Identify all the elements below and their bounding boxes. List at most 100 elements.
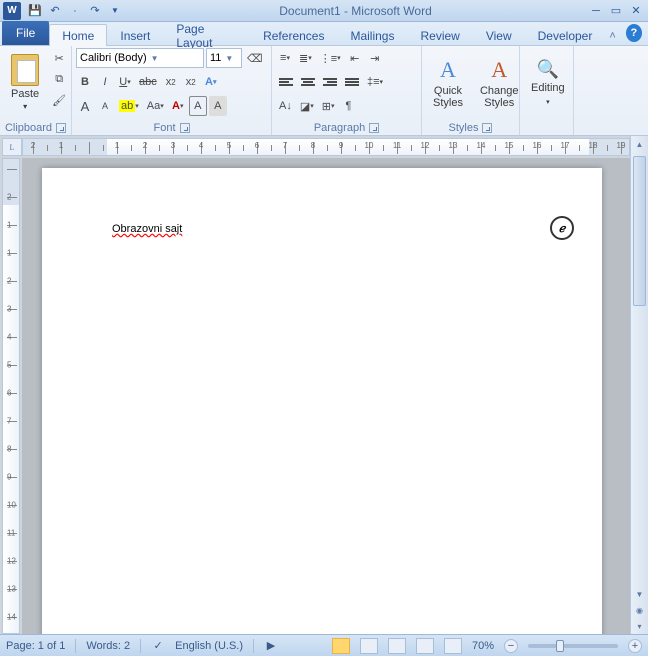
prev-page-icon[interactable]: ◉ bbox=[631, 602, 648, 618]
tab-references[interactable]: References bbox=[250, 24, 337, 46]
draft-view[interactable] bbox=[444, 638, 462, 654]
multilevel-button[interactable]: ⋮≡▾ bbox=[317, 48, 344, 68]
group-styles: A Quick Styles A Change Styles Styles bbox=[422, 46, 520, 135]
proofing-icon[interactable]: ✓ bbox=[151, 639, 165, 653]
minimize-icon[interactable]: ─ bbox=[587, 2, 605, 20]
paragraph-launcher[interactable] bbox=[369, 123, 379, 133]
shrink-font-button[interactable]: A bbox=[96, 96, 114, 116]
bold-button[interactable]: B bbox=[76, 72, 94, 92]
language-status[interactable]: English (U.S.) bbox=[175, 640, 243, 652]
zoom-knob[interactable] bbox=[556, 640, 564, 652]
zoom-out-button[interactable]: − bbox=[504, 639, 518, 653]
next-page-icon[interactable]: ▾ bbox=[631, 618, 648, 634]
save-icon[interactable]: 💾 bbox=[26, 2, 44, 20]
char-border-button[interactable]: A bbox=[189, 96, 207, 116]
annotation-badge[interactable]: ℯ bbox=[550, 216, 574, 240]
zoom-slider[interactable] bbox=[528, 644, 618, 648]
vertical-ruler[interactable]: 21123456789101112131415 bbox=[2, 158, 20, 634]
paste-icon bbox=[11, 54, 39, 86]
copy-button[interactable]: ⧉ bbox=[49, 69, 69, 89]
window-buttons: ─ ▭ ✕ bbox=[587, 2, 645, 20]
full-screen-view[interactable] bbox=[360, 638, 378, 654]
decrease-indent-button[interactable]: ⇤ bbox=[346, 48, 364, 68]
tab-developer[interactable]: Developer bbox=[525, 24, 606, 46]
horizontal-ruler[interactable]: 2112345678910111213141516171819 bbox=[22, 138, 630, 156]
page-status[interactable]: Page: 1 of 1 bbox=[6, 640, 65, 652]
change-case-button[interactable]: Aa▾ bbox=[144, 96, 167, 116]
justify-icon bbox=[345, 78, 359, 86]
font-family-combo[interactable]: Calibri (Body)▼ bbox=[76, 48, 204, 68]
paste-button[interactable]: Paste ▾ bbox=[4, 48, 46, 118]
tab-home[interactable]: Home bbox=[49, 24, 107, 46]
clipboard-launcher[interactable] bbox=[56, 123, 66, 133]
redo-icon[interactable]: ↷ bbox=[86, 2, 104, 20]
sort-button[interactable]: A↓ bbox=[276, 96, 295, 116]
font-color-button[interactable]: A▾ bbox=[169, 96, 187, 116]
subscript-button[interactable]: x2 bbox=[162, 72, 180, 92]
macro-icon[interactable]: ▶ bbox=[264, 639, 278, 653]
highlight-button[interactable]: ab▾ bbox=[116, 96, 142, 116]
ribbon-tabs: File Home Insert Page Layout References … bbox=[0, 22, 648, 46]
document-text[interactable]: Obrazovni sajt bbox=[112, 223, 182, 235]
font-launcher[interactable] bbox=[180, 123, 190, 133]
bucket-icon: ◪ bbox=[300, 100, 310, 113]
format-painter-button[interactable]: 🖌 bbox=[49, 90, 69, 110]
clear-format-button[interactable]: ⌫ bbox=[244, 48, 266, 68]
justify-button[interactable] bbox=[342, 72, 362, 92]
tab-insert[interactable]: Insert bbox=[107, 24, 163, 46]
file-tab[interactable]: File bbox=[2, 21, 49, 45]
minimize-ribbon-icon[interactable]: ˄ bbox=[605, 30, 619, 42]
multilevel-icon: ⋮≡ bbox=[320, 52, 337, 65]
change-styles-icon: A bbox=[491, 57, 507, 83]
close-icon[interactable]: ✕ bbox=[627, 2, 645, 20]
bullets-button[interactable]: ≡▾ bbox=[276, 48, 294, 68]
quick-styles-button[interactable]: A Quick Styles bbox=[426, 48, 470, 118]
change-styles-button[interactable]: A Change Styles bbox=[473, 48, 526, 118]
numbering-button[interactable]: ≣▾ bbox=[296, 48, 315, 68]
document-viewport[interactable]: Obrazovni sajt ℯ bbox=[22, 158, 630, 634]
scroll-down-icon[interactable]: ▼ bbox=[631, 586, 648, 602]
help-icon[interactable]: ? bbox=[626, 24, 642, 42]
superscript-button[interactable]: x2 bbox=[182, 72, 200, 92]
tab-page-layout[interactable]: Page Layout bbox=[163, 24, 250, 46]
cut-button[interactable]: ✂ bbox=[49, 48, 69, 68]
shading-button[interactable]: ◪▾ bbox=[297, 96, 317, 116]
page[interactable]: Obrazovni sajt ℯ bbox=[42, 168, 602, 634]
grow-font-button[interactable]: A bbox=[76, 96, 94, 116]
align-right-button[interactable] bbox=[320, 72, 340, 92]
workspace: L 2112345678910111213141516171819 211234… bbox=[0, 136, 648, 634]
undo-icon[interactable]: ↶ bbox=[46, 2, 64, 20]
increase-indent-button[interactable]: ⇥ bbox=[366, 48, 384, 68]
vertical-scrollbar[interactable]: ▲ ▼ ◉ ▾ bbox=[630, 136, 648, 634]
char-shading-button[interactable]: A bbox=[209, 96, 227, 116]
qat-customize-icon[interactable]: ▼ bbox=[106, 2, 124, 20]
word-count[interactable]: Words: 2 bbox=[86, 640, 130, 652]
zoom-level[interactable]: 70% bbox=[472, 640, 494, 652]
align-center-button[interactable] bbox=[298, 72, 318, 92]
align-left-icon bbox=[279, 78, 293, 86]
maximize-icon[interactable]: ▭ bbox=[607, 2, 625, 20]
editing-button[interactable]: 🔍 Editing▾ bbox=[524, 48, 572, 118]
font-group-label: Font bbox=[153, 122, 175, 134]
font-size-combo[interactable]: 11▼ bbox=[206, 48, 242, 68]
tab-view[interactable]: View bbox=[473, 24, 525, 46]
web-layout-view[interactable] bbox=[388, 638, 406, 654]
scroll-thumb[interactable] bbox=[633, 156, 646, 306]
word-app-icon[interactable]: W bbox=[3, 2, 21, 20]
tab-review[interactable]: Review bbox=[407, 24, 472, 46]
ruler-corner[interactable]: L bbox=[2, 138, 22, 156]
outline-view[interactable] bbox=[416, 638, 434, 654]
show-marks-button[interactable]: ¶ bbox=[340, 96, 358, 116]
text-effects-button[interactable]: A▾ bbox=[202, 72, 220, 92]
italic-button[interactable]: I bbox=[96, 72, 114, 92]
zoom-in-button[interactable]: + bbox=[628, 639, 642, 653]
print-layout-view[interactable] bbox=[332, 638, 350, 654]
line-spacing-button[interactable]: ‡≡▾ bbox=[364, 72, 386, 92]
borders-button[interactable]: ⊞▾ bbox=[319, 96, 338, 116]
tab-mailings[interactable]: Mailings bbox=[337, 24, 407, 46]
align-left-button[interactable] bbox=[276, 72, 296, 92]
scroll-up-icon[interactable]: ▲ bbox=[631, 136, 648, 152]
strike-button[interactable]: abc bbox=[136, 72, 160, 92]
styles-launcher[interactable] bbox=[482, 123, 492, 133]
underline-button[interactable]: U▾ bbox=[116, 72, 134, 92]
